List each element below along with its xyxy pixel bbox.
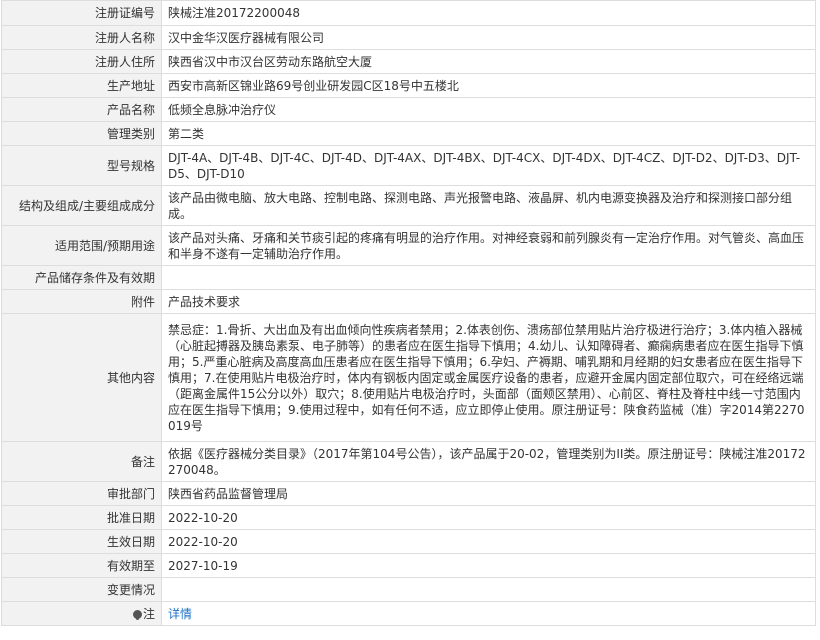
row-label: 注册人名称	[1, 25, 162, 50]
row-value: 第二类	[161, 121, 816, 146]
row-label: 其他内容	[1, 313, 162, 442]
table-row: 产品储存条件及有效期	[1, 265, 816, 290]
row-value: 2027-10-19	[161, 553, 816, 578]
table-row: 有效期至 2027-10-19	[1, 553, 816, 578]
row-label: 结构及组成/主要组成成分	[1, 185, 162, 226]
details-link[interactable]: 详情	[168, 607, 192, 621]
table-row: 注 详情	[1, 601, 816, 626]
table-row: 生效日期 2022-10-20	[1, 529, 816, 554]
row-label: 生产地址	[1, 73, 162, 98]
row-label: 变更情况	[1, 577, 162, 602]
row-label: 管理类别	[1, 121, 162, 146]
row-value: 产品技术要求	[161, 289, 816, 314]
row-value: 依据《医疗器械分类目录》（2017年第104号公告），该产品属于20-02，管理…	[161, 441, 816, 482]
table-row: 注册证编号 陕械注准20172200048	[1, 0, 816, 26]
row-value: 该产品由微电脑、放大电路、控制电路、探测电路、声光报警电路、液晶屏、机内电源变换…	[161, 185, 816, 226]
row-value: 低频全息脉冲治疗仪	[161, 97, 816, 122]
table-row: 适用范围/预期用途 该产品对头痛、牙痛和关节痰引起的疼痛有明显的治疗作用。对神经…	[1, 225, 816, 266]
row-label: 附件	[1, 289, 162, 314]
table-row: 审批部门 陕西省药品监督管理局	[1, 481, 816, 506]
row-label: 产品名称	[1, 97, 162, 122]
table-row: 变更情况	[1, 577, 816, 602]
row-label: 型号规格	[1, 145, 162, 186]
row-label: 注册人住所	[1, 49, 162, 74]
row-value: 陕西省药品监督管理局	[161, 481, 816, 506]
table-row: 型号规格 DJT-4A、DJT-4B、DJT-4C、DJT-4D、DJT-4AX…	[1, 145, 816, 186]
row-value: 该产品对头痛、牙痛和关节痰引起的疼痛有明显的治疗作用。对神经衰弱和前列腺炎有一定…	[161, 225, 816, 266]
row-label: 产品储存条件及有效期	[1, 265, 162, 290]
note-value-cell: 详情	[161, 601, 816, 626]
row-value: 2022-10-20	[161, 529, 816, 554]
row-label: 审批部门	[1, 481, 162, 506]
row-label: 生效日期	[1, 529, 162, 554]
row-value: 汉中金华汉医疗器械有限公司	[161, 25, 816, 50]
row-value: 禁忌症：1.骨折、大出血及有出血倾向性疾病者禁用；2.体表创伤、溃疡部位禁用贴片…	[161, 313, 816, 442]
registration-info-table: 注册证编号 陕械注准20172200048 注册人名称 汉中金华汉医疗器械有限公…	[1, 0, 816, 626]
row-value: 2022-10-20	[161, 505, 816, 530]
table-row: 附件 产品技术要求	[1, 289, 816, 314]
row-label: 适用范围/预期用途	[1, 225, 162, 266]
table-row: 注册人住所 陕西省汉中市汉台区劳动东路航空大厦	[1, 49, 816, 74]
row-value: 陕械注准20172200048	[161, 0, 816, 26]
bell-icon	[132, 609, 142, 620]
table-row: 结构及组成/主要组成成分 该产品由微电脑、放大电路、控制电路、探测电路、声光报警…	[1, 185, 816, 226]
table-row: 产品名称 低频全息脉冲治疗仪	[1, 97, 816, 122]
table-row: 备注 依据《医疗器械分类目录》（2017年第104号公告），该产品属于20-02…	[1, 441, 816, 482]
row-value: 西安市高新区锦业路69号创业研发园C区18号中五楼北	[161, 73, 816, 98]
table-row: 注册人名称 汉中金华汉医疗器械有限公司	[1, 25, 816, 50]
row-value	[161, 577, 816, 602]
note-label: 注	[142, 606, 155, 621]
row-label: 批准日期	[1, 505, 162, 530]
row-label: 备注	[1, 441, 162, 482]
row-value	[161, 265, 816, 290]
row-value: 陕西省汉中市汉台区劳动东路航空大厦	[161, 49, 816, 74]
table-row: 其他内容 禁忌症：1.骨折、大出血及有出血倾向性疾病者禁用；2.体表创伤、溃疡部…	[1, 313, 816, 442]
row-label: 注册证编号	[1, 0, 162, 26]
row-label: 有效期至	[1, 553, 162, 578]
table-row: 生产地址 西安市高新区锦业路69号创业研发园C区18号中五楼北	[1, 73, 816, 98]
table-row: 管理类别 第二类	[1, 121, 816, 146]
row-value: DJT-4A、DJT-4B、DJT-4C、DJT-4D、DJT-4AX、DJT-…	[161, 145, 816, 186]
note-label-cell: 注	[1, 601, 162, 626]
table-row: 批准日期 2022-10-20	[1, 505, 816, 530]
